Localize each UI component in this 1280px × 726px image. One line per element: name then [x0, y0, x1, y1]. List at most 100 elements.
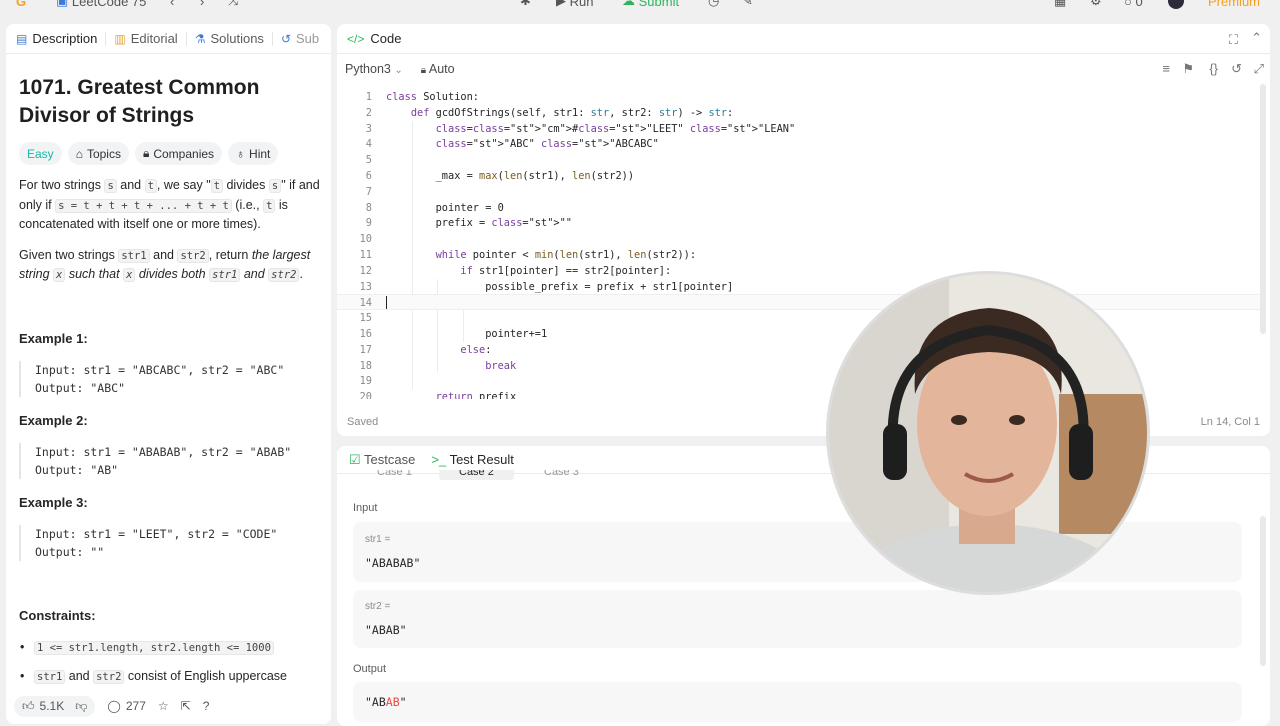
companies-label: Companies: [153, 146, 215, 161]
case-tabs: Case 1 Case 2 Case 3: [353, 470, 653, 480]
line-number: 12: [359, 264, 372, 277]
comments-button[interactable]: ◯ 277: [107, 699, 145, 713]
tag-icon: ⌂: [75, 146, 83, 161]
problem-list-title: LeetCode 75: [71, 0, 147, 9]
code-line[interactable]: 10: [337, 231, 1262, 247]
companies-button[interactable]: 🔒︎ Companies: [134, 142, 223, 165]
editor-scrollbar[interactable]: [1260, 84, 1266, 334]
tab-test-result[interactable]: >_ Test Result: [431, 452, 514, 467]
tab-submissions[interactable]: ↺ Sub: [280, 31, 327, 46]
history-icon: ↺: [280, 31, 291, 46]
tab-testcase-label: Testcase: [364, 451, 416, 467]
tab-testcase[interactable]: ☑ Testcase: [349, 452, 415, 468]
comment-icon: ◯: [107, 699, 121, 713]
inline-code: str2: [177, 248, 209, 263]
alarm-icon[interactable]: ◷: [708, 0, 719, 11]
thumbs-down-icon[interactable]: 👎︎: [75, 699, 87, 714]
inline-code: s = t + t + t + ... + t + t: [55, 198, 232, 213]
prev-problem-button[interactable]: ‹: [170, 0, 174, 11]
reset-icon[interactable]: ↺: [1231, 61, 1242, 77]
streak-count: 0: [1135, 0, 1143, 9]
lock-icon: 🔒︎: [142, 146, 150, 160]
premium-label: Premium: [1208, 0, 1261, 9]
debug-button[interactable]: ✱: [520, 0, 531, 11]
tab-solutions-label: Solutions: [210, 30, 264, 46]
line-code: pointer+=1: [386, 328, 548, 340]
code-line[interactable]: 9 prefix = class="st">"": [337, 215, 1262, 231]
code-line[interactable]: 1 class Solution:: [337, 89, 1262, 105]
next-problem-button[interactable]: ›: [200, 0, 204, 11]
code-line[interactable]: 16 pointer+=1: [337, 326, 1262, 342]
line-code: possible_prefix = prefix + str1[pointer]: [386, 280, 734, 293]
code-line[interactable]: 3 class=class="st">"cm">#class="st">"LEE…: [337, 121, 1262, 137]
like-button[interactable]: 👍︎ 5.1K 👎︎: [14, 695, 96, 717]
maximize-icon[interactable]: ⛶: [1229, 32, 1238, 48]
code-line[interactable]: 4 class="st">"ABC" class="st">"ABCABC": [337, 136, 1262, 152]
code-line[interactable]: 12 if str1[pointer] == str2[pointer]:: [337, 263, 1262, 279]
avatar[interactable]: [1168, 0, 1184, 11]
code-header-title: Code: [370, 31, 402, 46]
desc-text: and: [116, 178, 145, 192]
tab-description[interactable]: ▤ Description: [16, 31, 107, 46]
case-tab-1[interactable]: Case 1: [377, 470, 412, 478]
topics-button[interactable]: ⌂ Topics: [67, 142, 129, 165]
line-number: 6: [365, 170, 372, 182]
run-button[interactable]: ▶ Run: [556, 0, 593, 11]
note-icon[interactable]: ✎: [742, 0, 753, 11]
inline-code: str2: [268, 268, 300, 282]
code-line[interactable]: 7: [337, 184, 1262, 200]
premium-button[interactable]: Premium: [1208, 0, 1260, 11]
leetcode-logo-icon[interactable]: G: [16, 0, 26, 11]
shuffle-icon[interactable]: ⤨: [228, 0, 238, 11]
case-tab-2[interactable]: Case 2: [439, 470, 514, 480]
constraint-code: 1 <= str1.length, str2.length <= 1000: [34, 641, 274, 655]
test-scrollbar[interactable]: [1260, 516, 1266, 666]
like-count: 5.1K: [39, 699, 65, 713]
line-number: 19: [359, 375, 372, 388]
code-line[interactable]: 11 while pointer < min(len(str1), len(st…: [337, 247, 1262, 263]
line-number: 8: [365, 201, 372, 214]
code-line[interactable]: 8 pointer = 0: [337, 200, 1262, 216]
code-line[interactable]: 15: [337, 310, 1262, 326]
case-tab-3[interactable]: Case 3: [544, 470, 579, 478]
line-code: class="st">"ABC" class="st">"ABCABC": [435, 138, 659, 151]
cursor-position: Ln 14, Col 1: [1200, 416, 1260, 428]
save-status: Saved: [347, 416, 379, 428]
streak-counter[interactable]: ○ 0: [1124, 0, 1143, 11]
code-line[interactable]: 14: [337, 294, 1262, 311]
desc-text: divides: [223, 178, 269, 192]
settings-icon[interactable]: ⚙: [1090, 0, 1102, 11]
description-paragraph-1: For two strings s and t, we say " t divid…: [19, 176, 324, 234]
language-select[interactable]: Python3 ⌄: [345, 62, 403, 76]
problem-list-button[interactable]: ▣ LeetCode 75: [56, 0, 146, 11]
help-icon[interactable]: ?: [203, 699, 210, 713]
star-icon[interactable]: ☆: [158, 699, 169, 713]
input-box-2: str2 = "ABAB": [353, 590, 1242, 648]
example-3-heading: Example 3:: [19, 495, 88, 510]
constraints-heading: Constraints:: [19, 608, 96, 623]
line-number: 1: [365, 91, 372, 103]
layout-icon[interactable]: ▦: [1054, 0, 1066, 11]
comment-count: 277: [125, 699, 146, 713]
code-line[interactable]: 2 def gcdOfStrings(self, str1: str, str2…: [337, 105, 1262, 121]
format-icon[interactable]: ≡: [1162, 61, 1170, 76]
input-1-name: str1 =: [365, 534, 391, 545]
hint-button[interactable]: ♁ Hint: [228, 142, 279, 165]
line-number: 7: [365, 185, 372, 198]
share-icon[interactable]: ⇱: [181, 699, 191, 713]
submit-button[interactable]: ☁ Submit: [622, 0, 679, 11]
code-line[interactable]: 5: [337, 152, 1262, 168]
fullscreen-icon[interactable]: ⤢: [1254, 61, 1264, 77]
inline-code: t: [210, 179, 223, 193]
code-line[interactable]: 13 possible_prefix = prefix + str1[point…: [337, 279, 1262, 295]
line-number: 16: [359, 328, 372, 340]
auto-mode[interactable]: 🔒︎ Auto: [421, 62, 455, 76]
code-line[interactable]: 6 _max = max(len(str1), len(str2)): [337, 168, 1262, 184]
bookmark-icon[interactable]: ⚑: [1182, 61, 1194, 77]
braces-icon[interactable]: {}: [1209, 61, 1218, 76]
desc-text: (i.e.,: [231, 197, 264, 212]
tab-solutions[interactable]: ⚗ Solutions: [195, 30, 273, 46]
collapse-icon[interactable]: ⌃: [1251, 30, 1262, 46]
tab-test-result-label: Test Result: [449, 452, 514, 467]
tab-editorial[interactable]: ▥ Editorial: [114, 31, 187, 46]
